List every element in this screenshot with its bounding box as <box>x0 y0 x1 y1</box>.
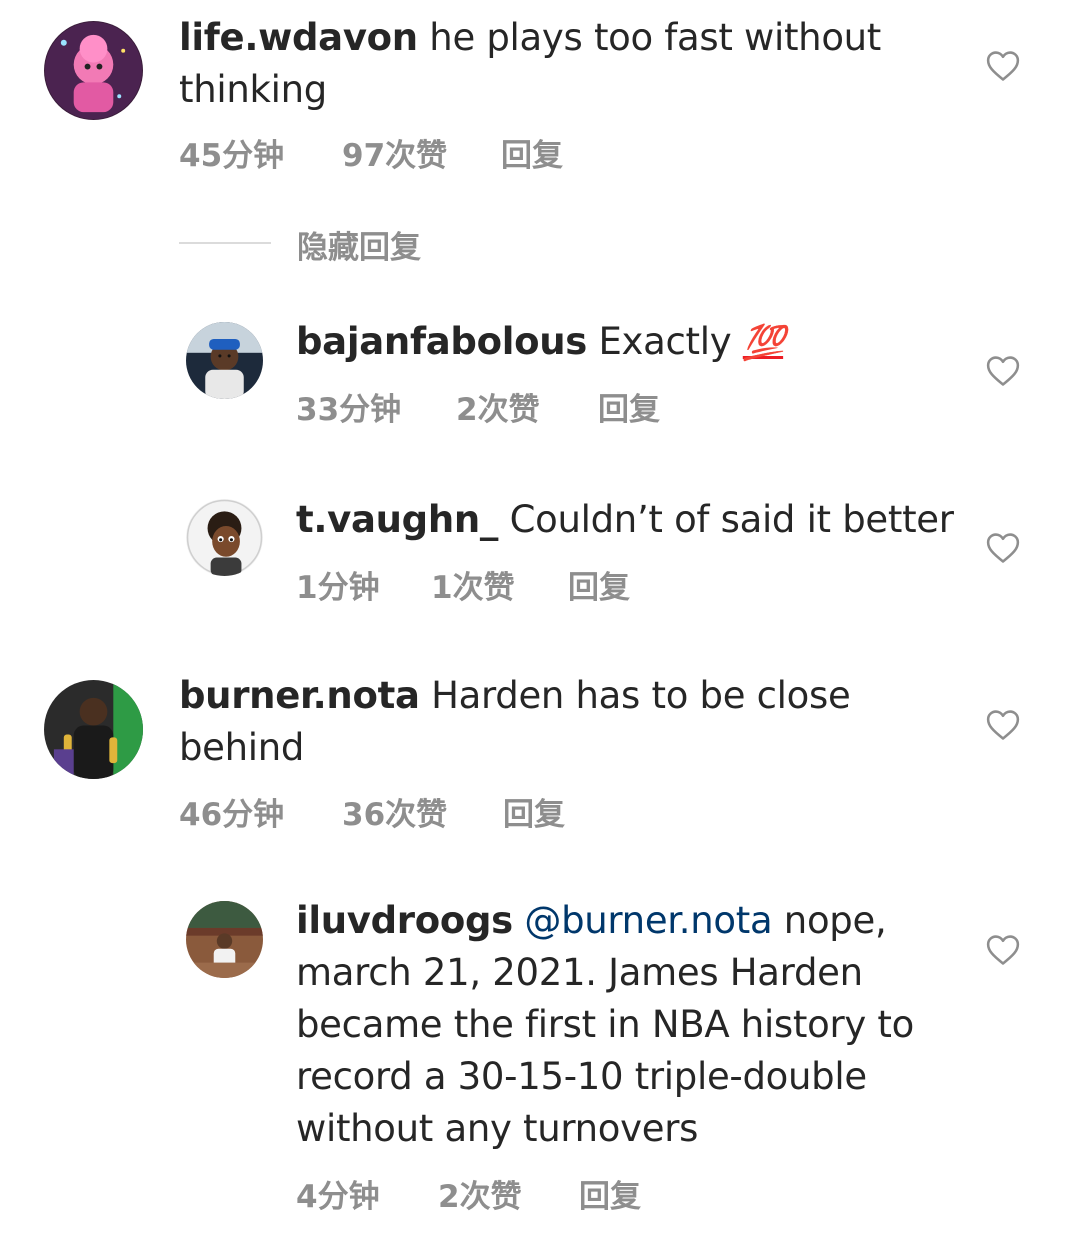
username[interactable]: t.vaughn_ <box>296 498 498 541</box>
username[interactable]: burner.nota <box>179 674 420 717</box>
comment-body: Exactly <box>586 320 743 363</box>
reply-button[interactable]: 回复 <box>568 562 630 607</box>
mention-link[interactable]: @burner.nota <box>524 899 772 942</box>
reply-t-vaughn: t.vaughn_ Couldn’t of said it better 1分钟… <box>0 478 1080 618</box>
avatar[interactable] <box>186 499 263 576</box>
reply-iluvdroogs: iluvdroogs @burner.nota nope, march 21, … <box>0 880 1080 1240</box>
reply-button[interactable]: 回复 <box>503 789 565 834</box>
avatar[interactable] <box>44 21 143 120</box>
hundred-points-emoji: 💯 <box>742 323 785 363</box>
username[interactable]: bajanfabolous <box>296 320 587 363</box>
avatar[interactable] <box>186 901 263 978</box>
reply-button[interactable]: 回复 <box>501 130 563 175</box>
comment-text: life.wdavon he plays too fast without th… <box>179 12 959 116</box>
reply-button[interactable]: 回复 <box>579 1171 641 1216</box>
avatar[interactable] <box>44 680 143 779</box>
timestamp: 1分钟 <box>296 570 380 606</box>
avatar[interactable] <box>186 322 263 399</box>
comment-text: iluvdroogs @burner.nota nope, march 21, … <box>296 895 976 1155</box>
username[interactable]: life.wdavon <box>179 16 418 59</box>
reply-button[interactable]: 回复 <box>598 384 660 429</box>
comment-text: t.vaughn_ Couldn’t of said it better <box>296 494 976 546</box>
like-count[interactable]: 36次赞 <box>342 789 447 834</box>
timestamp: 45分钟 <box>179 138 285 174</box>
comment-text: bajanfabolous Exactly 💯 <box>296 316 956 369</box>
comment-body-cont: thinking <box>179 68 327 111</box>
heart-icon[interactable] <box>986 532 1020 564</box>
comment-body-line4: record a 30-15-10 triple-double <box>296 1055 867 1098</box>
like-count[interactable]: 97次赞 <box>342 130 447 175</box>
like-count[interactable]: 1次赞 <box>431 562 515 607</box>
like-count[interactable]: 2次赞 <box>438 1171 522 1216</box>
username[interactable]: iluvdroogs <box>296 899 513 942</box>
comment-body-cont: behind <box>179 726 305 769</box>
hide-replies-label[interactable]: 隐藏回复 <box>297 222 421 267</box>
comment-text: burner.nota Harden has to be close behin… <box>179 670 959 774</box>
heart-icon[interactable] <box>986 709 1020 741</box>
heart-icon[interactable] <box>986 50 1020 82</box>
reply-bajanfabolous: bajanfabolous Exactly 💯 33分钟 2次赞 回复 <box>0 300 1080 440</box>
comment-body-line3: became the first in NBA history to <box>296 1003 914 1046</box>
timestamp: 46分钟 <box>179 797 285 833</box>
comment-body: Harden has to be close <box>419 674 851 717</box>
comment-body: he plays too fast without <box>417 16 882 59</box>
comment-body: nope, <box>772 899 887 942</box>
comment-life-wdavon: life.wdavon he plays too fast without th… <box>0 0 1080 200</box>
comment-body-line2: march 21, 2021. James Harden <box>296 951 863 994</box>
heart-icon[interactable] <box>986 355 1020 387</box>
heart-icon[interactable] <box>986 934 1020 966</box>
comment-body: Couldn’t of said it better <box>498 498 954 541</box>
timestamp: 4分钟 <box>296 1179 380 1215</box>
comment-body-line5: without any turnovers <box>296 1107 699 1150</box>
like-count[interactable]: 2次赞 <box>456 384 540 429</box>
comment-burner-nota: burner.nota Harden has to be close behin… <box>0 660 1080 860</box>
timestamp: 33分钟 <box>296 392 402 428</box>
divider-line <box>179 242 271 244</box>
